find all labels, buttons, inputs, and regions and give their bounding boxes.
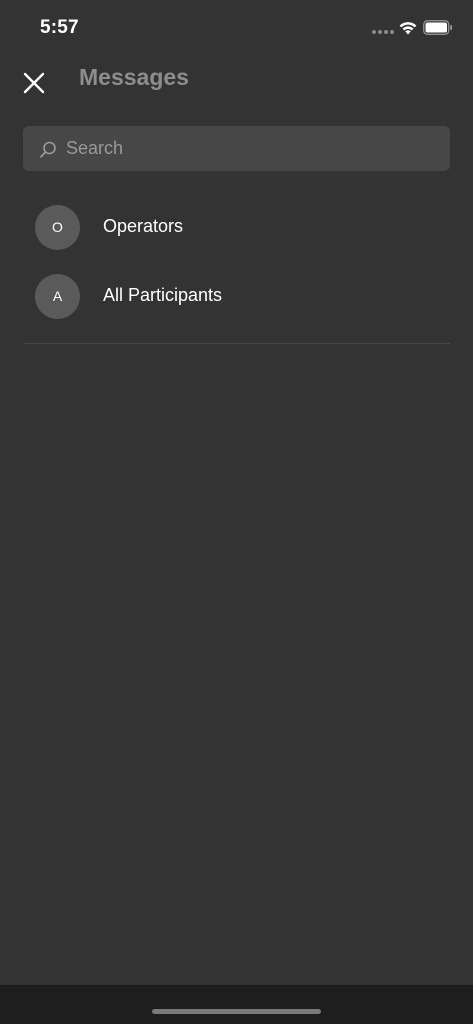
search-icon <box>40 141 56 158</box>
avatar: O <box>35 205 80 250</box>
home-indicator[interactable] <box>152 1009 321 1014</box>
conversation-name: All Participants <box>103 285 223 305</box>
conversation-name: Operators <box>103 216 184 236</box>
cellular-signal-icon <box>372 29 394 35</box>
header: Messages <box>0 56 473 104</box>
search-box[interactable] <box>23 126 450 171</box>
page-title: Messages <box>79 64 189 90</box>
conversation-list: O Operators A All Participants <box>0 194 473 332</box>
close-button[interactable] <box>14 60 54 100</box>
battery-icon <box>423 20 452 35</box>
conversation-item-all-participants[interactable]: A All Participants <box>0 263 473 332</box>
status-time: 5:57 <box>40 17 79 38</box>
search-input[interactable] <box>66 126 436 171</box>
status-bar: 5:57 <box>0 0 473 56</box>
conversation-item-operators[interactable]: O Operators <box>0 194 473 263</box>
wifi-icon <box>399 22 417 35</box>
messages-screen: 5:57 Messages Search O Operators A All P… <box>0 0 473 1024</box>
home-bar-area <box>0 985 473 1024</box>
close-icon <box>23 72 45 94</box>
list-divider <box>24 343 450 344</box>
avatar: A <box>35 274 80 319</box>
